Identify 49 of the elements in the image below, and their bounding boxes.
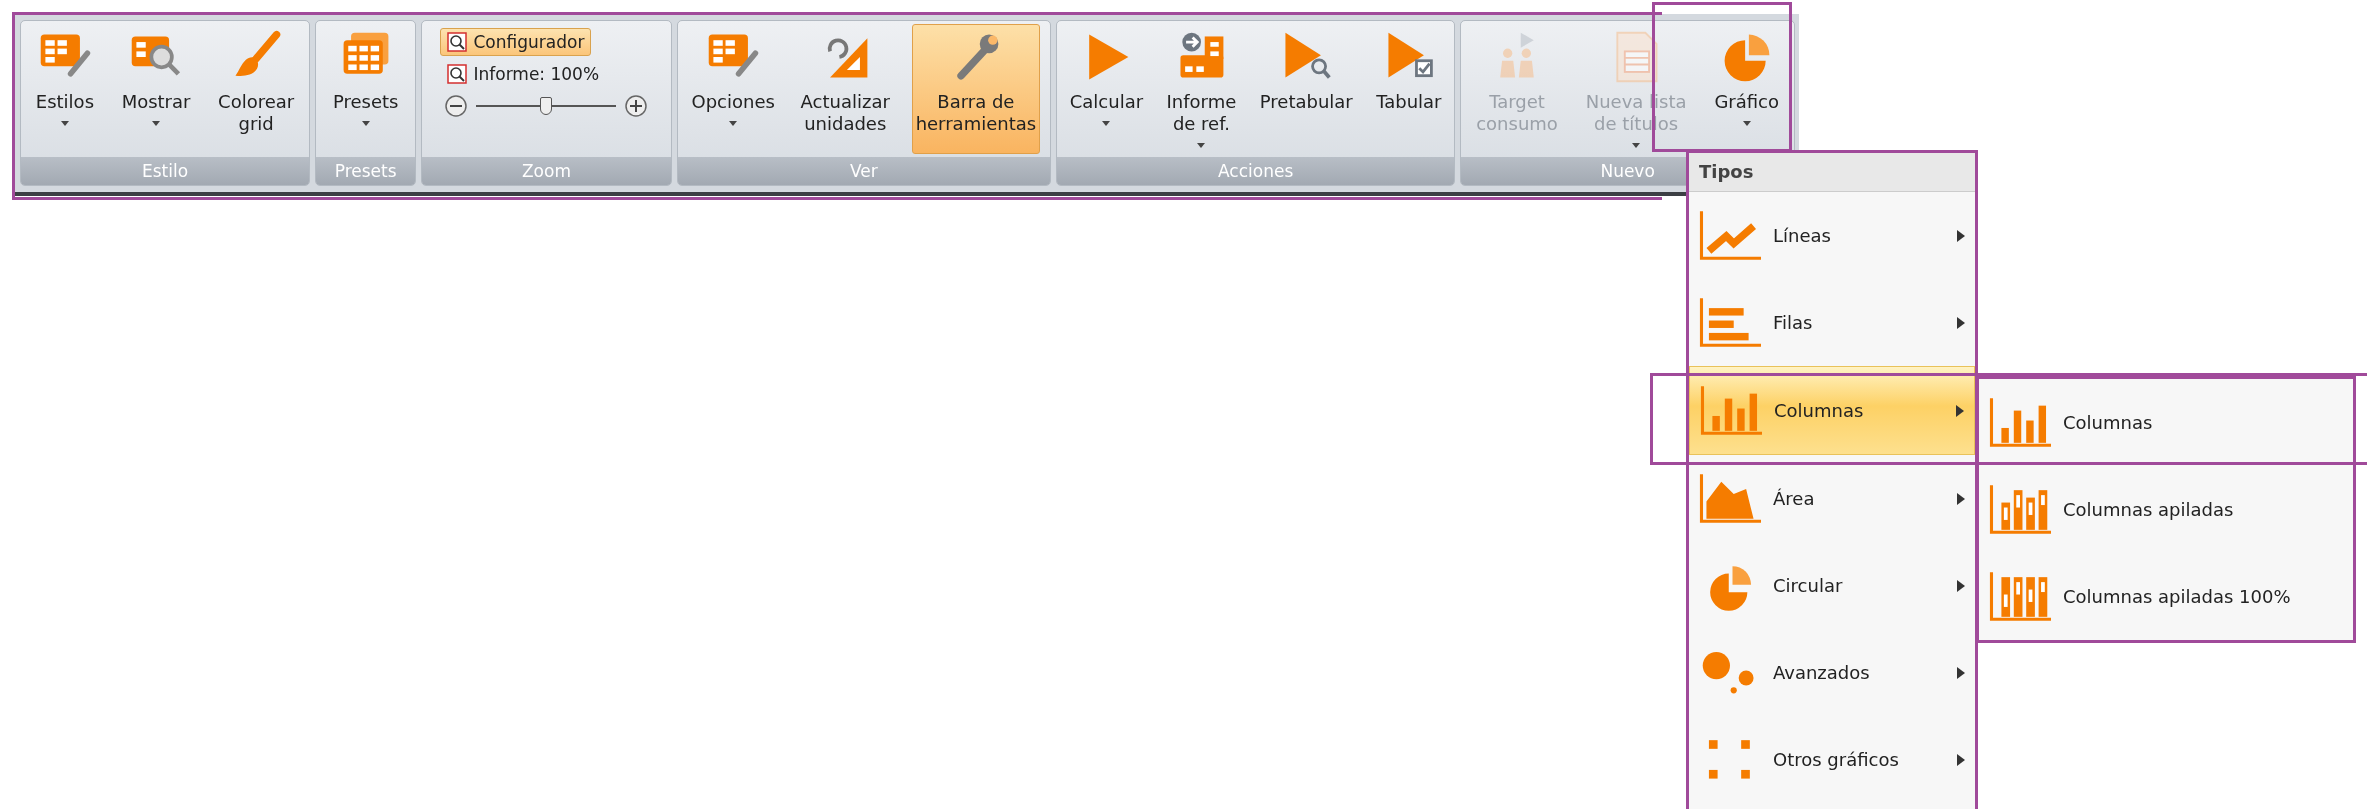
submenu-arrow-icon [1957, 753, 1965, 766]
ribbon-button[interactable]: Pretabular [1255, 24, 1357, 154]
group-label: Presets [316, 157, 416, 185]
group-label: Estilo [21, 157, 309, 185]
group-label: Zoom [422, 157, 671, 185]
menu-item[interactable]: Columnas apiladas 100% [1979, 553, 2353, 640]
column-chart-icon [1989, 397, 2051, 448]
area-chart-icon [1699, 473, 1761, 524]
submenu-arrow-icon [1957, 492, 1965, 505]
column-chart-icon [1700, 385, 1762, 436]
magnifier-icon [447, 64, 468, 84]
submenu-arrow-icon [1956, 404, 1964, 417]
stacked-chart-icon [1989, 484, 2051, 535]
bar-chart-icon [1699, 297, 1761, 348]
group-label: Acciones [1057, 157, 1455, 185]
slider-thumb[interactable] [540, 97, 553, 115]
ribbon-button[interactable]: Barra de herramientas [911, 24, 1041, 154]
menu-item[interactable]: Columnas [1979, 379, 2353, 466]
menu-item[interactable]: Líneas [1689, 192, 1975, 279]
menu-item[interactable]: Columnas [1689, 366, 1975, 455]
ribbon-button[interactable]: Estilos [31, 24, 98, 154]
ribbon-button[interactable]: Opciones [687, 24, 779, 154]
submenu-arrow-icon [1957, 316, 1965, 329]
ribbon-button[interactable]: Presets [328, 24, 403, 154]
menu-item[interactable]: Otros gráficos [1689, 716, 1975, 803]
menu-item[interactable]: Área [1689, 455, 1975, 542]
line-chart-icon [1699, 210, 1761, 261]
zoom-out-icon[interactable] [444, 94, 469, 118]
ribbon-button[interactable]: Actualizar unidades [796, 24, 894, 154]
ribbon-button[interactable]: Informe de ref. [1162, 24, 1241, 154]
submenu-arrow-icon [1957, 579, 1965, 592]
zoom-toggle[interactable]: Informe: 100% [440, 60, 607, 88]
menu-item[interactable]: Circular [1689, 542, 1975, 629]
menu-item[interactable]: Columnas apiladas [1979, 466, 2353, 553]
ribbon-button[interactable]: Calcular [1065, 24, 1148, 154]
ribbon-button[interactable]: Gráfico [1710, 24, 1784, 154]
ribbon-button[interactable]: Colorear grid [214, 24, 299, 154]
zoom-toggle[interactable]: Configurador [440, 28, 592, 56]
magnifier-icon [447, 32, 468, 52]
ribbon-button[interactable]: Tabular [1372, 24, 1446, 154]
stacked100-chart-icon [1989, 571, 2051, 622]
ribbon-button[interactable]: Mostrar [117, 24, 195, 154]
menu-item[interactable]: Filas [1689, 279, 1975, 366]
submenu-arrow-icon [1957, 666, 1965, 679]
menu-header: Tipos [1689, 153, 1975, 192]
group-label: Ver [677, 157, 1051, 185]
menu-item[interactable]: Avanzados [1689, 629, 1975, 716]
submenu-arrow-icon [1957, 229, 1965, 242]
zoom-in-icon[interactable] [624, 94, 649, 118]
